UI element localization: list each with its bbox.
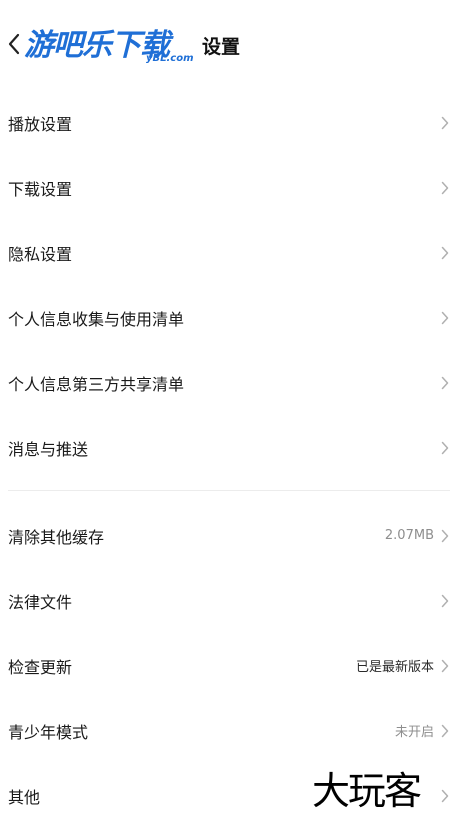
status-bar-right (350, 0, 440, 2)
setting-row-clear-cache[interactable]: 清除其他缓存 2.07MB (0, 503, 458, 568)
setting-label: 隐私设置 (8, 244, 73, 264)
chevron-right-icon (440, 245, 450, 261)
settings-list: 播放设置 下载设置 隐私设置 个人信息收集与使用清单 个人信息第三方共享清单 消… (0, 90, 458, 828)
setting-row-notifications[interactable]: 消息与推送 (0, 415, 458, 480)
setting-label: 青少年模式 (8, 722, 89, 742)
chevron-right-icon (440, 375, 450, 391)
chevron-right-icon (440, 440, 450, 456)
update-status-value: 已是最新版本 (355, 660, 434, 675)
site-logo: 游吧乐下载 yBL.com (20, 20, 194, 68)
setting-row-third-party-sharing[interactable]: 个人信息第三方共享清单 (0, 350, 458, 415)
setting-row-personal-info-collection[interactable]: 个人信息收集与使用清单 (0, 285, 458, 350)
youth-mode-status-value: 未开启 (394, 725, 434, 740)
chevron-left-icon (8, 33, 20, 55)
section-divider (8, 490, 450, 491)
logo-subtext: yBL.com (146, 53, 194, 64)
setting-label: 检查更新 (8, 657, 73, 677)
setting-label: 法律文件 (8, 592, 73, 612)
chevron-right-icon (440, 528, 450, 544)
setting-row-playback[interactable]: 播放设置 (0, 90, 458, 155)
chevron-right-icon (440, 723, 450, 739)
chevron-right-icon (440, 115, 450, 131)
setting-label: 播放设置 (8, 114, 73, 134)
status-bar (0, 0, 458, 4)
chevron-right-icon (440, 180, 450, 196)
watermark: 大玩客 (312, 769, 422, 813)
setting-row-check-update[interactable]: 检查更新 已是最新版本 (0, 633, 458, 698)
setting-row-legal-documents[interactable]: 法律文件 (0, 568, 458, 633)
status-bar-left (14, 0, 184, 2)
setting-row-youth-mode[interactable]: 青少年模式 未开启 (0, 698, 458, 763)
chevron-right-icon (440, 658, 450, 674)
cache-size-value: 2.07MB (384, 528, 434, 543)
settings-group-1: 播放设置 下载设置 隐私设置 个人信息收集与使用清单 个人信息第三方共享清单 消… (0, 90, 458, 480)
setting-row-download[interactable]: 下载设置 (0, 155, 458, 220)
chevron-right-icon (440, 788, 450, 804)
chevron-right-icon (440, 310, 450, 326)
setting-label: 其他 (8, 787, 41, 807)
page-title: 设置 (202, 36, 241, 58)
setting-label: 个人信息收集与使用清单 (8, 309, 185, 329)
chevron-right-icon (440, 593, 450, 609)
setting-label: 下载设置 (8, 179, 73, 199)
setting-row-privacy[interactable]: 隐私设置 (0, 220, 458, 285)
setting-label: 消息与推送 (8, 439, 89, 459)
setting-label: 个人信息第三方共享清单 (8, 374, 185, 394)
header: 游吧乐下载 yBL.com 设置 (0, 18, 458, 72)
setting-label: 清除其他缓存 (8, 527, 105, 547)
